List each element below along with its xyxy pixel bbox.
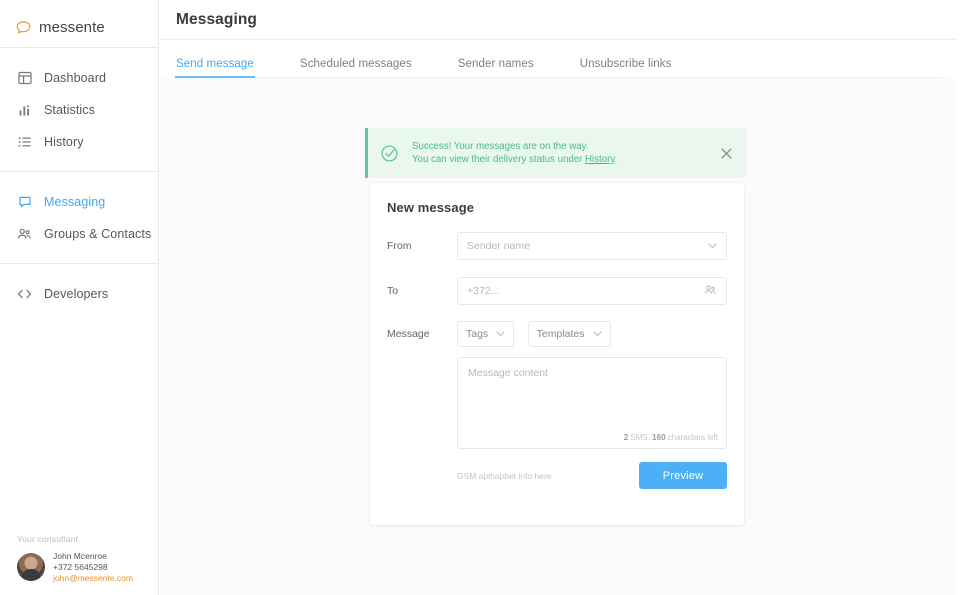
brand-logo[interactable]: messente bbox=[0, 7, 158, 47]
consultant-panel: Your consultant John Mcenroe +372 564529… bbox=[0, 534, 158, 595]
page-right-edge bbox=[956, 0, 960, 595]
to-row: To +372... bbox=[370, 277, 744, 305]
people-icon[interactable] bbox=[704, 284, 717, 299]
tags-dropdown[interactable]: Tags bbox=[457, 321, 514, 347]
sidebar-item-dashboard[interactable]: Dashboard bbox=[0, 62, 158, 94]
message-label: Message bbox=[387, 328, 457, 340]
bar-chart-icon bbox=[17, 103, 32, 118]
sidebar-item-label: Developers bbox=[44, 287, 108, 301]
to-input-placeholder: +372... bbox=[467, 285, 499, 297]
main-area: Messaging Send message Scheduled message… bbox=[159, 0, 960, 595]
templates-dropdown[interactable]: Templates bbox=[528, 321, 611, 347]
banner-line-2-suffix: . bbox=[614, 154, 617, 165]
counter-chars: 160 bbox=[652, 433, 665, 442]
message-textarea[interactable]: Message content 2 SMS, 160 characters le… bbox=[457, 357, 727, 449]
gsm-note: GSM aplhapbet info here bbox=[457, 471, 552, 481]
counter-sms-word: SMS, bbox=[628, 433, 652, 442]
people-icon bbox=[17, 227, 32, 242]
chevron-down-icon bbox=[708, 240, 717, 252]
consultant-name: John Mcenroe bbox=[53, 551, 133, 561]
from-row: From Sender name bbox=[370, 232, 744, 260]
page-title: Messaging bbox=[176, 11, 257, 29]
to-label: To bbox=[387, 285, 457, 297]
history-link[interactable]: History bbox=[585, 154, 614, 165]
tab-sender-names[interactable]: Sender names bbox=[458, 58, 534, 78]
consultant-email[interactable]: john@messente.com bbox=[53, 573, 133, 583]
banner-line-2-prefix: You can view their delivery status under bbox=[412, 154, 585, 165]
consultant-row: John Mcenroe +372 5645298 john@messente.… bbox=[17, 551, 158, 583]
sender-name-value: Sender name bbox=[467, 240, 530, 252]
from-control: Sender name bbox=[457, 232, 744, 260]
character-counter: 2 SMS, 160 characters left bbox=[624, 433, 718, 442]
new-message-card: New message From Sender name To bbox=[370, 183, 744, 525]
avatar bbox=[17, 553, 45, 581]
speech-bubble-icon bbox=[16, 20, 31, 35]
sidebar-item-groups-contacts[interactable]: Groups & Contacts bbox=[0, 218, 158, 250]
top-bar: Messaging bbox=[159, 0, 960, 40]
chevron-down-icon bbox=[496, 328, 505, 340]
banner-texts: Success! Your messages are on the way. Y… bbox=[412, 141, 714, 165]
tags-label: Tags bbox=[466, 328, 488, 340]
to-control: +372... bbox=[457, 277, 744, 305]
code-brackets-icon bbox=[17, 287, 32, 302]
sender-name-select[interactable]: Sender name bbox=[457, 232, 727, 260]
dashboard-layout-icon bbox=[17, 71, 32, 86]
nav-group-developers: Developers bbox=[0, 264, 158, 323]
sidebar-item-developers[interactable]: Developers bbox=[0, 278, 158, 310]
message-placeholder: Message content bbox=[468, 367, 716, 379]
sidebar: messente Dashboard bbox=[0, 0, 159, 595]
chevron-down-icon bbox=[593, 328, 602, 340]
tab-scheduled-messages[interactable]: Scheduled messages bbox=[300, 58, 412, 78]
sidebar-item-label: Groups & Contacts bbox=[44, 227, 151, 241]
sidebar-spacer bbox=[0, 323, 158, 534]
preview-button[interactable]: Preview bbox=[639, 462, 727, 489]
to-field-wrapper[interactable]: +372... bbox=[457, 277, 727, 305]
sidebar-item-messaging[interactable]: Messaging bbox=[0, 186, 158, 218]
templates-label: Templates bbox=[537, 328, 585, 340]
sidebar-item-history[interactable]: History bbox=[0, 126, 158, 158]
counter-suffix: characters left bbox=[666, 433, 718, 442]
app-root: messente Dashboard bbox=[0, 0, 960, 595]
content-area: Success! Your messages are on the way. Y… bbox=[159, 78, 960, 595]
message-toolbar: Tags Templates bbox=[457, 321, 744, 347]
card-footer: GSM aplhapbet info here Preview bbox=[457, 462, 727, 489]
nav-group-primary: Dashboard Statistics bbox=[0, 48, 158, 171]
banner-line-1: Success! Your messages are on the way. bbox=[412, 141, 714, 152]
list-icon bbox=[17, 135, 32, 150]
sidebar-item-label: Statistics bbox=[44, 103, 95, 117]
brand-name: messente bbox=[39, 19, 105, 36]
tab-unsubscribe-links[interactable]: Unsubscribe links bbox=[580, 58, 672, 78]
check-circle-icon bbox=[380, 144, 399, 163]
tab-bar: Send message Scheduled messages Sender n… bbox=[159, 40, 960, 78]
success-banner: Success! Your messages are on the way. Y… bbox=[365, 128, 746, 178]
from-label: From bbox=[387, 240, 457, 252]
banner-line-2: You can view their delivery status under… bbox=[412, 154, 714, 165]
close-icon[interactable] bbox=[714, 141, 738, 165]
sidebar-item-statistics[interactable]: Statistics bbox=[0, 94, 158, 126]
message-row: Message Tags Templates bbox=[370, 321, 744, 347]
sidebar-item-label: History bbox=[44, 135, 84, 149]
nav-group-messaging: Messaging Groups & Contacts bbox=[0, 172, 158, 263]
consultant-title: Your consultant bbox=[17, 534, 158, 544]
sidebar-item-label: Dashboard bbox=[44, 71, 106, 85]
tab-send-message[interactable]: Send message bbox=[176, 58, 254, 78]
consultant-details: John Mcenroe +372 5645298 john@messente.… bbox=[53, 551, 133, 583]
speech-bubble-icon bbox=[17, 195, 32, 210]
sidebar-item-label: Messaging bbox=[44, 195, 105, 209]
consultant-phone: +372 5645298 bbox=[53, 562, 133, 572]
card-title: New message bbox=[370, 183, 744, 215]
